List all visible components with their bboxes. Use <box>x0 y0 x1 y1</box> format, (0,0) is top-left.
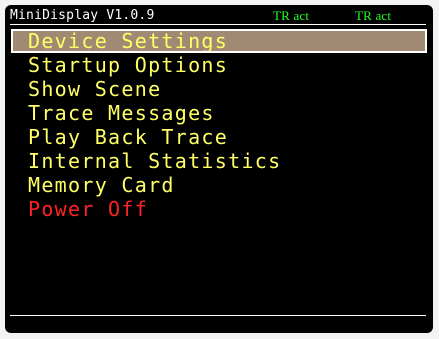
title-divider <box>10 24 426 25</box>
device-bezel: MiniDisplay V1.0.9 TR act TR act Device … <box>0 0 439 339</box>
bottom-divider <box>10 315 426 316</box>
main-menu: Device Settings Startup Options Show Sce… <box>11 29 427 221</box>
menu-item-internal-statistics[interactable]: Internal Statistics <box>11 149 427 173</box>
menu-item-device-settings[interactable]: Device Settings <box>11 29 427 53</box>
trace-status-1: TR act <box>273 8 310 23</box>
menu-item-memory-card[interactable]: Memory Card <box>11 173 427 197</box>
menu-item-play-back-trace[interactable]: Play Back Trace <box>11 125 427 149</box>
title-bar: MiniDisplay V1.0.9 TR act TR act <box>5 5 433 26</box>
display-screen: MiniDisplay V1.0.9 TR act TR act Device … <box>5 5 433 333</box>
menu-item-power-off[interactable]: Power Off <box>11 197 427 221</box>
menu-item-show-scene[interactable]: Show Scene <box>11 77 427 101</box>
app-title: MiniDisplay V1.0.9 <box>10 8 155 23</box>
menu-item-trace-messages[interactable]: Trace Messages <box>11 101 427 125</box>
trace-status-2: TR act <box>355 8 392 23</box>
menu-item-startup-options[interactable]: Startup Options <box>11 53 427 77</box>
